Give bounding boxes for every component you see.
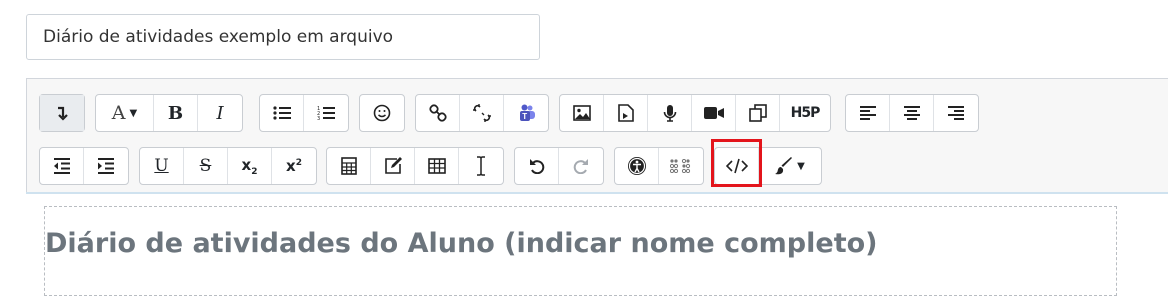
indent-group: [39, 147, 129, 185]
outdent-button[interactable]: [40, 148, 84, 184]
strikethrough-label: S: [199, 156, 212, 176]
record-audio-button[interactable]: [648, 95, 692, 131]
superscript-button[interactable]: x2: [272, 148, 316, 184]
emoji-group: [359, 94, 405, 132]
html-source-button[interactable]: [715, 148, 759, 184]
equation-button[interactable]: [327, 148, 371, 184]
braille-icon: [670, 159, 692, 173]
title-field[interactable]: Diário de atividades exemplo em arquivo: [26, 14, 540, 60]
align-left-button[interactable]: [846, 95, 890, 131]
superscript-label: x2: [286, 157, 302, 175]
underline-button[interactable]: U: [140, 148, 184, 184]
history-group: [514, 147, 604, 185]
align-left-icon: [859, 105, 877, 121]
manage-files-button[interactable]: [736, 95, 780, 131]
media-group: H5P: [559, 94, 831, 132]
bold-label: B: [167, 102, 184, 124]
h5p-label: H5P: [790, 105, 821, 121]
insert-group: [326, 147, 504, 185]
microphone-icon: [663, 104, 677, 122]
align-right-icon: [947, 105, 965, 121]
align-group: [845, 94, 979, 132]
teams-icon: T: [516, 104, 536, 122]
undo-button[interactable]: [515, 148, 559, 184]
h5p-button[interactable]: H5P: [780, 95, 830, 131]
undo-icon: [529, 158, 545, 174]
font-color-button[interactable]: A ▼: [96, 95, 154, 131]
chevron-down-icon: ▼: [797, 160, 805, 172]
outdent-icon: [53, 158, 71, 174]
image-button[interactable]: [560, 95, 604, 131]
collapse-button[interactable]: [40, 95, 84, 131]
accessibility-checker-button[interactable]: [615, 148, 659, 184]
redo-icon: [573, 158, 589, 174]
list-group: 123: [259, 94, 349, 132]
edit-icon: [384, 157, 402, 175]
media-button[interactable]: [604, 95, 648, 131]
underline-label: U: [154, 156, 169, 176]
edit-button[interactable]: [371, 148, 415, 184]
calculator-icon: [340, 157, 357, 175]
strikethrough-button[interactable]: S: [184, 148, 228, 184]
indent-button[interactable]: [84, 148, 128, 184]
indent-icon: [97, 158, 115, 174]
content-heading[interactable]: Diário de atividades do Aluno (indicar n…: [45, 228, 878, 259]
code-icon: [725, 158, 748, 174]
accessibility-group: [614, 147, 704, 185]
link-button[interactable]: [416, 95, 460, 131]
align-center-icon: [903, 105, 921, 121]
smiley-icon: [373, 104, 391, 122]
numbered-list-icon: 123: [317, 105, 335, 121]
link-group: T: [415, 94, 549, 132]
image-icon: [572, 105, 591, 121]
align-right-button[interactable]: [934, 95, 978, 131]
redo-button[interactable]: [559, 148, 603, 184]
table-button[interactable]: [415, 148, 459, 184]
collapse-group: [39, 94, 85, 132]
collapse-arrow-icon: [55, 105, 69, 121]
teams-button[interactable]: T: [504, 95, 548, 131]
bullet-list-icon: [272, 105, 291, 121]
emoji-button[interactable]: [360, 95, 404, 131]
chevron-down-icon: ▼: [129, 107, 138, 119]
video-camera-icon: [703, 106, 724, 120]
accessibility-icon: [627, 156, 647, 176]
svg-text:T: T: [522, 112, 527, 121]
media-file-icon: [617, 104, 634, 122]
clear-formatting-button[interactable]: [459, 148, 503, 184]
text-format-group: U S x2 x2: [139, 147, 317, 185]
unlink-icon: [472, 104, 491, 122]
align-center-button[interactable]: [890, 95, 934, 131]
link-icon: [428, 104, 447, 122]
ordered-list-button[interactable]: 123: [304, 95, 348, 131]
screenreader-helper-button[interactable]: [659, 148, 703, 184]
files-icon: [748, 104, 767, 122]
italic-button[interactable]: I: [198, 95, 242, 131]
font-style-group: A ▼ B I: [95, 94, 243, 132]
svg-text:3: 3: [317, 116, 320, 121]
subscript-button[interactable]: x2: [228, 148, 272, 184]
italic-label: I: [216, 102, 224, 124]
tools-group: ▼: [714, 147, 822, 185]
subscript-label: x2: [241, 155, 258, 177]
more-tools-button[interactable]: ▼: [759, 148, 821, 184]
font-color-icon: A: [111, 102, 126, 124]
unordered-list-button[interactable]: [260, 95, 304, 131]
text-cursor-icon: [475, 156, 487, 176]
paintbrush-icon: [775, 157, 793, 175]
unlink-button[interactable]: [460, 95, 504, 131]
record-video-button[interactable]: [692, 95, 736, 131]
bold-button[interactable]: B: [154, 95, 198, 131]
table-icon: [427, 158, 446, 174]
